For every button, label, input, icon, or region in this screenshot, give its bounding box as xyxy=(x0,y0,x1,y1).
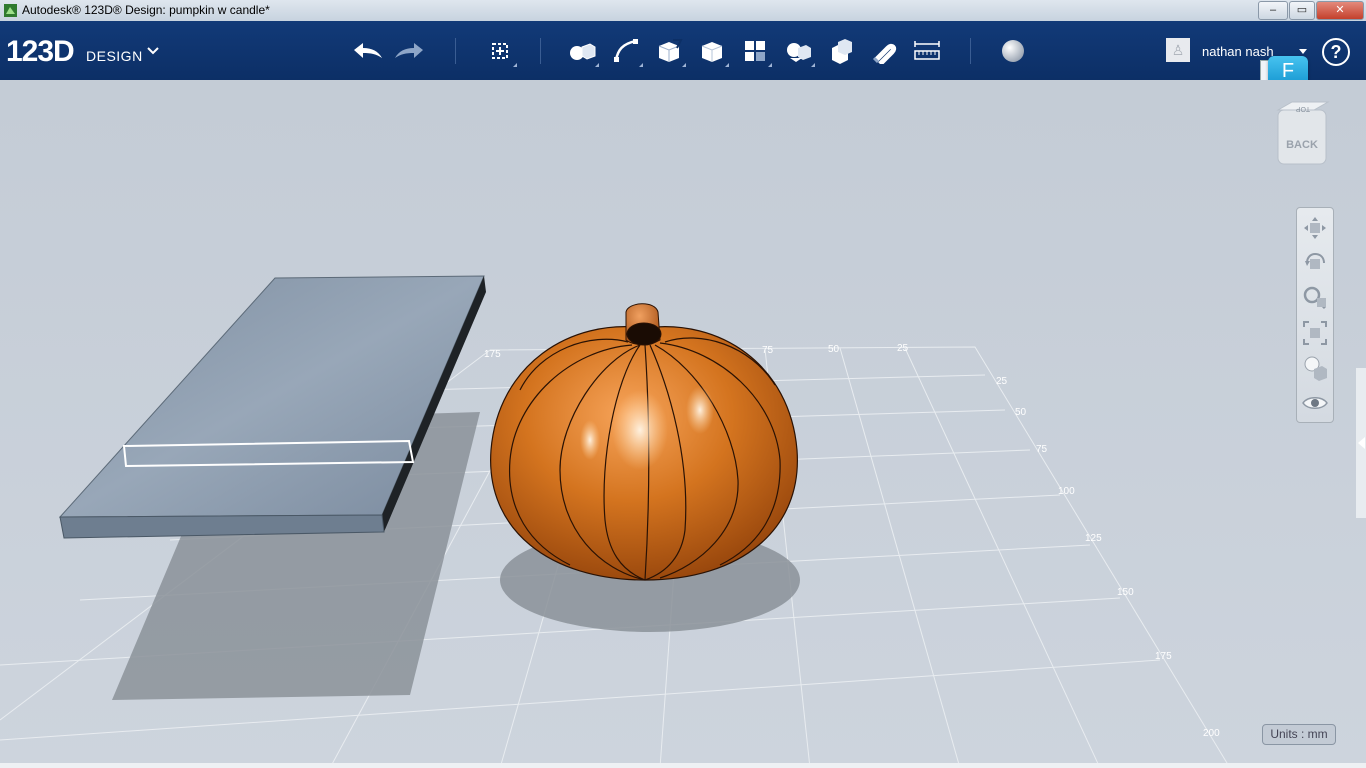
grid-label: 50 xyxy=(828,344,840,355)
transform-caret-icon xyxy=(513,63,517,67)
grid-label: 25 xyxy=(996,376,1008,387)
primitives-icon xyxy=(570,43,596,60)
zoom-icon[interactable] xyxy=(1301,284,1329,312)
undo-button[interactable] xyxy=(350,35,384,67)
window-title: Autodesk® 123D® Design: pumpkin w candle… xyxy=(22,3,270,17)
minimize-button[interactable]: – xyxy=(1258,1,1288,20)
toolbar-separator xyxy=(540,38,541,64)
view-style-icon[interactable] xyxy=(1301,354,1329,382)
pan-icon[interactable] xyxy=(1301,214,1329,242)
measure-icon xyxy=(914,41,940,60)
grid-label: 25 xyxy=(897,343,909,354)
grid-label: 100 xyxy=(1058,486,1075,497)
material-icon xyxy=(1002,40,1024,62)
pumpkin-highlight xyxy=(580,420,600,460)
user-name[interactable]: nathan nash xyxy=(1202,44,1274,59)
bottom-strip xyxy=(0,763,1366,768)
modify-button[interactable] xyxy=(695,35,729,67)
main-toolbar: 123D DESIGN ♙ nathan nash ? xyxy=(0,21,1366,80)
fit-icon[interactable] xyxy=(1301,319,1329,347)
combine-icon xyxy=(832,39,852,64)
primitives-button[interactable] xyxy=(565,35,599,67)
pumpkin-highlight xyxy=(612,390,668,470)
sketch-button[interactable] xyxy=(609,35,643,67)
orbit-icon[interactable] xyxy=(1301,249,1329,277)
grid-label: 75 xyxy=(1036,444,1048,455)
3d-viewport[interactable]: 175 75 50 25 25 50 75 100 125 150 175 20… xyxy=(0,80,1366,768)
grid-label: 175 xyxy=(484,349,501,360)
close-button[interactable]: ✕ xyxy=(1316,1,1364,20)
expand-panel-icon[interactable] xyxy=(1358,437,1365,449)
help-button[interactable]: ? xyxy=(1322,38,1350,66)
app-logo-text: DESIGN xyxy=(86,48,143,64)
primitives-caret-icon xyxy=(595,63,599,67)
grid-label: 125 xyxy=(1085,533,1102,544)
grid-label: 150 xyxy=(1117,587,1134,598)
snap-button[interactable] xyxy=(867,35,901,67)
units-indicator[interactable]: Units : mm xyxy=(1262,724,1336,745)
pumpkin-stem-opening xyxy=(626,322,662,346)
measure-button[interactable] xyxy=(910,35,944,67)
view-cube-back-label: BACK xyxy=(1286,139,1318,151)
grid-label: 50 xyxy=(1015,407,1027,418)
grouping-button[interactable] xyxy=(781,35,815,67)
sketch-caret-icon xyxy=(639,63,643,67)
view-cube[interactable]: TOP BACK xyxy=(1274,100,1332,170)
navigation-bar xyxy=(1296,207,1334,423)
grid-label: 75 xyxy=(762,345,774,356)
redo-button[interactable] xyxy=(393,35,427,67)
pattern-button[interactable] xyxy=(738,35,772,67)
app-logo[interactable]: 123D xyxy=(6,35,75,69)
snap-icon xyxy=(872,43,897,64)
modify-caret-icon xyxy=(725,63,729,67)
toolbar-separator xyxy=(970,38,971,64)
construct-caret-icon xyxy=(682,63,686,67)
view-cube-face[interactable] xyxy=(1277,109,1327,165)
window-titlebar: Autodesk® 123D® Design: pumpkin w candle… xyxy=(0,0,1366,21)
grouping-caret-icon xyxy=(811,63,815,67)
grid-label: 200 xyxy=(1203,728,1220,739)
construct-icon xyxy=(658,39,683,62)
material-button[interactable] xyxy=(996,35,1030,67)
grouping-icon xyxy=(787,43,811,62)
pattern-caret-icon xyxy=(768,63,772,67)
grid-label: 175 xyxy=(1155,651,1172,662)
app-icon xyxy=(4,4,17,17)
redo-icon xyxy=(395,43,423,58)
undo-icon xyxy=(354,43,382,58)
transform-button[interactable] xyxy=(483,35,517,67)
view-cube-top-label: TOP xyxy=(1296,105,1311,112)
transform-icon xyxy=(492,43,508,59)
modify-icon xyxy=(701,42,723,62)
combine-button[interactable] xyxy=(824,35,858,67)
visibility-icon[interactable] xyxy=(1301,389,1329,417)
construct-button[interactable] xyxy=(652,35,686,67)
sketch-icon xyxy=(614,39,638,62)
user-menu-chevron-icon[interactable] xyxy=(1299,49,1307,54)
user-avatar[interactable]: ♙ xyxy=(1166,38,1190,62)
app-menu-chevron-icon[interactable] xyxy=(146,43,160,57)
maximize-button[interactable]: ▭ xyxy=(1289,1,1315,20)
toolbar-separator xyxy=(455,38,456,64)
pumpkin-highlight xyxy=(686,386,714,434)
pattern-icon xyxy=(745,41,765,61)
